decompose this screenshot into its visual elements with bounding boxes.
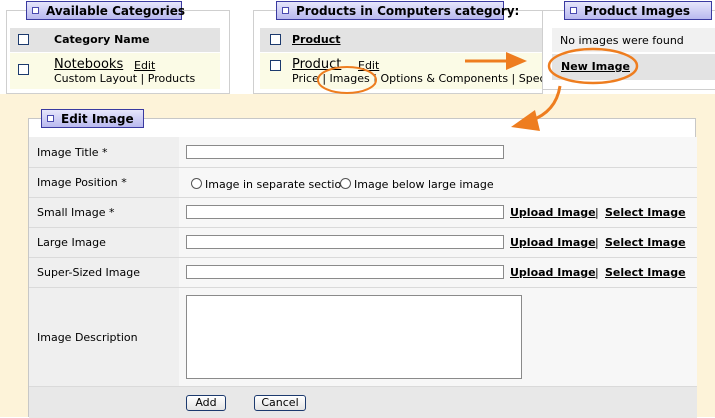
images-link-highlight-ellipse — [317, 66, 377, 94]
annotation-overlay — [317, 47, 639, 131]
new-image-highlight-ellipse — [547, 47, 639, 85]
curved-arrow-head — [511, 110, 540, 131]
right-arrow-head — [506, 52, 527, 70]
